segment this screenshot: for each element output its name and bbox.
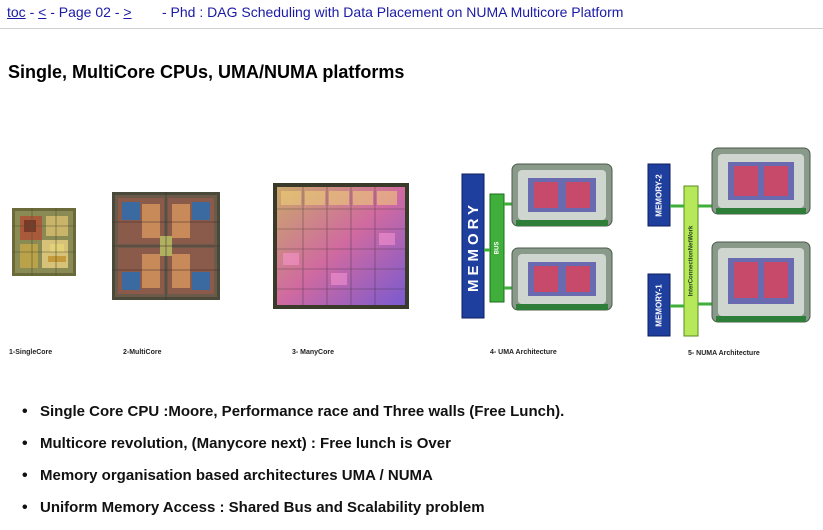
toc-link[interactable]: toc bbox=[7, 4, 26, 20]
bullet-text: Single Core CPU :Moore, Performance race… bbox=[40, 403, 565, 420]
next-page-link[interactable]: > bbox=[123, 4, 131, 20]
manycore-die-image bbox=[273, 183, 409, 309]
numa-interconnect-label: InterConnectionNetWork bbox=[688, 225, 694, 297]
uma-bus-label-box: BUS bbox=[490, 194, 504, 302]
bullet-dot: • bbox=[22, 467, 28, 484]
nav-separator: - bbox=[25, 4, 39, 20]
numa-memory1-label: MEMORY-1 bbox=[654, 283, 664, 327]
numa-memory2-label-box: MEMORY-2 bbox=[648, 164, 670, 226]
bullet-item: • Memory organisation based architectures… bbox=[22, 466, 564, 498]
uma-memory-label: MEMORY bbox=[464, 200, 482, 292]
multicore-caption: 2-MultiCore bbox=[123, 349, 162, 356]
bullet-list: • Single Core CPU :Moore, Performance rac… bbox=[22, 402, 564, 530]
uma-memory-label-box: MEMORY bbox=[462, 174, 484, 318]
uma-bus-label: BUS bbox=[493, 241, 500, 255]
page-indicator: - Page 02 - bbox=[46, 4, 124, 20]
bullet-text: Multicore revolution, (Manycore next) : … bbox=[40, 435, 451, 452]
single-core-caption: 1-SingleCore bbox=[9, 349, 53, 356]
numa-memory1-label-box: MEMORY-1 bbox=[648, 274, 670, 336]
multicore-die-image bbox=[112, 192, 220, 300]
uma-architecture-diagram: MEMORY BUS bbox=[458, 160, 618, 320]
bullet-item: • Single Core CPU :Moore, Performance rac… bbox=[22, 402, 564, 434]
document-title: - Phd : DAG Scheduling with Data Placeme… bbox=[162, 4, 624, 20]
bullet-item: • Multicore revolution, (Manycore next) :… bbox=[22, 434, 564, 466]
page-heading: Single, MultiCore CPUs, UMA/NUMA platfor… bbox=[8, 62, 405, 82]
manycore-caption: 3- ManyCore bbox=[292, 349, 335, 356]
page-navigation: toc - < - Page 02 - > bbox=[7, 4, 132, 20]
top-nav-bar: toc - < - Page 02 - > - Phd : DAG Schedu… bbox=[0, 0, 823, 29]
uma-caption: 4- UMA Architecture bbox=[490, 349, 557, 356]
bullet-text: Memory organisation based architectures … bbox=[40, 467, 433, 484]
bullet-text: Uniform Memory Access : Shared Bus and S… bbox=[40, 499, 485, 516]
numa-architecture-diagram: MEMORY-2 MEMORY-1 InterConnectionNetWork bbox=[646, 146, 814, 342]
bullet-dot: • bbox=[22, 499, 28, 516]
bullet-dot: • bbox=[22, 435, 28, 452]
single-core-die-image bbox=[12, 208, 76, 276]
numa-interconnect-label-box: InterConnectionNetWork bbox=[684, 186, 698, 336]
numa-caption: 5- NUMA Architecture bbox=[688, 350, 760, 357]
bullet-dot: • bbox=[22, 403, 28, 420]
numa-memory2-label: MEMORY-2 bbox=[654, 173, 664, 217]
bullet-item: • Uniform Memory Access : Shared Bus and … bbox=[22, 498, 564, 530]
